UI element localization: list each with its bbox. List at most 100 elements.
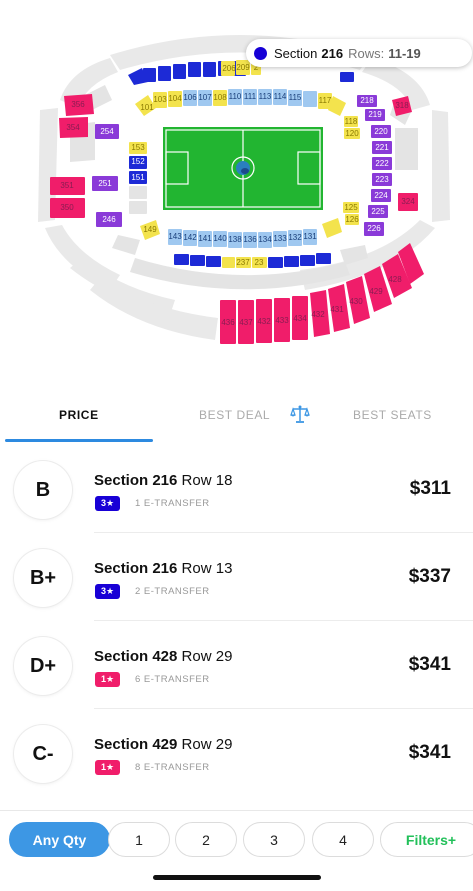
- svg-text:120: 120: [345, 129, 359, 138]
- grade-badge: B: [14, 461, 72, 519]
- svg-text:141: 141: [198, 234, 212, 243]
- svg-text:126: 126: [345, 215, 359, 224]
- rating-badge: 1★: [95, 672, 121, 687]
- active-tab-indicator: [5, 439, 153, 442]
- svg-text:351: 351: [60, 181, 74, 190]
- listing-section: Section 428: [94, 648, 178, 665]
- svg-text:138: 138: [228, 235, 242, 244]
- svg-text:220: 220: [374, 127, 388, 136]
- listing-price: $337: [408, 566, 451, 587]
- svg-text:432: 432: [311, 310, 325, 319]
- svg-text:436: 436: [221, 318, 235, 327]
- sections-200-level-bottom[interactable]: [174, 253, 331, 268]
- delivery-method: 6 E-TRANSFER: [135, 674, 210, 685]
- tooltip-section-number: 216: [321, 45, 344, 61]
- svg-text:251: 251: [98, 179, 112, 188]
- home-indicator[interactable]: [153, 875, 321, 880]
- svg-text:153: 153: [131, 143, 145, 152]
- svg-text:434: 434: [293, 314, 307, 323]
- listing-price: $311: [409, 478, 451, 499]
- listing-row[interactable]: B Section 216 Row 18 3★ 1 E-TRANSFER $31…: [0, 444, 473, 532]
- rating-badge: 3★: [95, 496, 121, 511]
- rating-badge: 1★: [95, 760, 121, 775]
- listing-section: Section 216: [94, 560, 178, 577]
- svg-text:107: 107: [198, 93, 212, 102]
- svg-text:433: 433: [275, 316, 289, 325]
- svg-text:224: 224: [374, 191, 388, 200]
- listing-row-number: Row 29: [181, 736, 233, 753]
- svg-text:113: 113: [259, 92, 272, 101]
- svg-text:354: 354: [66, 123, 80, 132]
- svg-text:108: 108: [213, 93, 227, 102]
- soccer-pitch: [163, 127, 323, 210]
- svg-text:219: 219: [368, 110, 382, 119]
- svg-text:218: 218: [360, 96, 374, 105]
- scale-icon[interactable]: [289, 403, 311, 425]
- svg-text:133: 133: [273, 234, 287, 243]
- stadium-seat-map[interactable]: 206 209 2 101 103 104 106 107 108 110 11…: [0, 0, 473, 380]
- svg-text:151: 151: [131, 173, 145, 182]
- svg-text:114: 114: [274, 92, 287, 101]
- svg-text:237: 237: [236, 258, 250, 267]
- listing-price: $341: [408, 742, 451, 763]
- quantity-filter-bar: Any Qty 1 2 3 4 Filters+: [0, 810, 473, 868]
- grade-badge: D+: [14, 637, 72, 695]
- svg-text:132: 132: [288, 233, 302, 242]
- listing-row-number: Row 13: [181, 560, 233, 577]
- svg-text:223: 223: [375, 175, 389, 184]
- svg-text:110: 110: [229, 92, 242, 101]
- svg-text:432: 432: [257, 317, 271, 326]
- qty-any-button[interactable]: Any Qty: [9, 822, 110, 857]
- tooltip-rows-value: 11-19: [388, 45, 421, 61]
- tab-best-seats[interactable]: BEST SEATS: [353, 408, 432, 422]
- svg-text:350: 350: [60, 203, 74, 212]
- svg-text:222: 222: [375, 159, 389, 168]
- svg-text:152: 152: [131, 157, 145, 166]
- sort-tabs: PRICE BEST DEAL BEST SEATS: [0, 398, 473, 444]
- svg-text:209: 209: [236, 63, 250, 72]
- svg-text:149: 149: [143, 225, 157, 234]
- qty-2-button[interactable]: 2: [175, 822, 237, 857]
- svg-text:104: 104: [168, 94, 182, 103]
- listing-row[interactable]: B+ Section 216 Row 13 3★ 2 E-TRANSFER $3…: [0, 532, 473, 620]
- listing-row-number: Row 18: [181, 472, 233, 489]
- svg-text:136: 136: [243, 235, 257, 244]
- section-tooltip: Section 216 Rows: 11-19: [246, 39, 472, 67]
- svg-text:115: 115: [289, 93, 302, 102]
- svg-text:117: 117: [319, 96, 332, 105]
- svg-text:103: 103: [153, 95, 167, 104]
- delivery-method: 8 E-TRANSFER: [135, 762, 210, 773]
- svg-text:118: 118: [345, 117, 358, 126]
- qty-4-button[interactable]: 4: [312, 822, 374, 857]
- svg-text:23: 23: [255, 258, 264, 267]
- qty-3-button[interactable]: 3: [243, 822, 305, 857]
- svg-text:324: 324: [401, 197, 415, 206]
- grade-badge: C-: [14, 725, 72, 783]
- listing-title: Section 216 Row 13: [94, 560, 232, 577]
- listing-title: Section 429 Row 29: [94, 736, 232, 753]
- listing-row[interactable]: C- Section 429 Row 29 1★ 8 E-TRANSFER $3…: [0, 708, 473, 796]
- tab-best-deal[interactable]: BEST DEAL: [199, 408, 270, 422]
- listing-title: Section 216 Row 18: [94, 472, 232, 489]
- svg-text:356: 356: [71, 100, 85, 109]
- svg-text:430: 430: [349, 297, 363, 306]
- svg-text:221: 221: [375, 143, 389, 152]
- listing-title: Section 428 Row 29: [94, 648, 232, 665]
- filters-button[interactable]: Filters+: [380, 822, 473, 857]
- rating-badge: 3★: [95, 584, 121, 599]
- svg-text:226: 226: [367, 224, 381, 233]
- qty-1-button[interactable]: 1: [108, 822, 170, 857]
- section-color-dot: [254, 46, 267, 60]
- listing-row[interactable]: D+ Section 428 Row 29 1★ 6 E-TRANSFER $3…: [0, 620, 473, 708]
- delivery-method: 1 E-TRANSFER: [135, 498, 210, 509]
- grade-badge: B+: [14, 549, 72, 607]
- listing-section: Section 429: [94, 736, 178, 753]
- svg-text:140: 140: [213, 234, 227, 243]
- listing-row-number: Row 29: [181, 648, 233, 665]
- svg-text:101: 101: [140, 103, 154, 112]
- ticket-listings: B Section 216 Row 18 3★ 1 E-TRANSFER $31…: [0, 444, 473, 796]
- tab-price[interactable]: PRICE: [59, 408, 99, 422]
- svg-text:143: 143: [168, 232, 182, 241]
- listing-section: Section 216: [94, 472, 178, 489]
- svg-text:437: 437: [239, 318, 253, 327]
